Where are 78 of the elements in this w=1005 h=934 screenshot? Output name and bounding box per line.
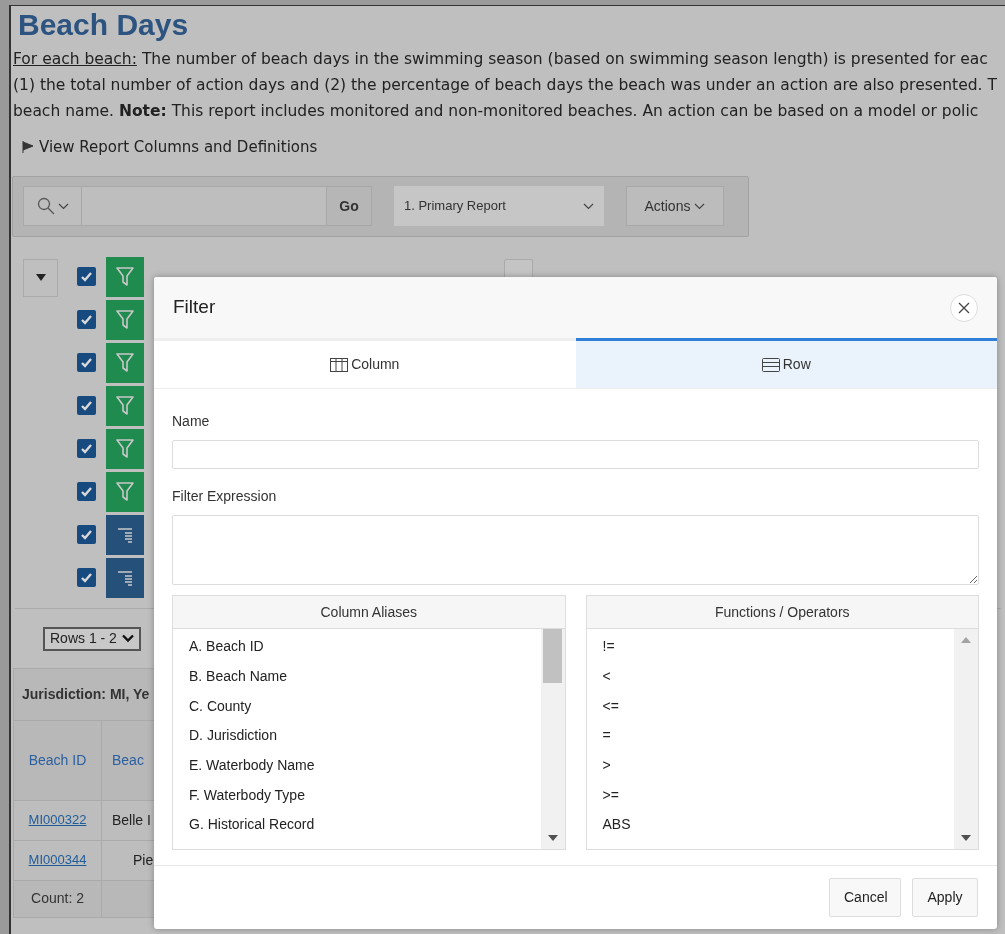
- description-lead: For each beach:: [13, 49, 137, 70]
- columns-icon: [330, 357, 349, 372]
- list-item[interactable]: >: [586, 750, 954, 781]
- lines-icon[interactable]: [106, 514, 144, 555]
- checkbox[interactable]: [77, 353, 96, 372]
- checkmark-icon: [80, 571, 93, 584]
- checkbox[interactable]: [77, 310, 96, 329]
- list-item[interactable]: <=: [586, 691, 954, 722]
- filter-icon[interactable]: [106, 471, 144, 512]
- beach-id-link[interactable]: MI000322: [28, 810, 87, 830]
- list-header: Column Aliases: [173, 596, 565, 629]
- list-item[interactable]: !=: [586, 632, 954, 662]
- list-item[interactable]: F. Waterbody Type: [173, 780, 541, 811]
- list-item[interactable]: ABS: [586, 810, 954, 840]
- list-item[interactable]: =: [586, 721, 954, 751]
- definitions-link[interactable]: View Report Columns and Definitions: [39, 136, 318, 159]
- checkmark-icon: [80, 313, 93, 326]
- name-field[interactable]: [172, 440, 979, 469]
- checkbox[interactable]: [77, 525, 96, 544]
- scrollbar[interactable]: [954, 629, 978, 849]
- chevron-down-icon: [121, 634, 134, 643]
- description-text: The number of beach days in the swimming season (based on swimming season length) is presented for eac: [141, 49, 988, 70]
- triangle-down-icon: [35, 274, 46, 281]
- table-cell-text: Belle I: [111, 810, 151, 830]
- filter-icon[interactable]: [106, 385, 144, 426]
- lines-icon[interactable]: [106, 557, 144, 598]
- page-title: Beach Days: [18, 7, 189, 43]
- chevron-down-icon: [694, 202, 706, 210]
- list-item[interactable]: <: [586, 661, 954, 692]
- checkmark-icon: [80, 528, 93, 541]
- list-item[interactable]: E. Waterbody Name: [173, 750, 541, 781]
- filter-icon[interactable]: [106, 342, 144, 383]
- description-text: (1) the total number of action days and (2) the percentage of beach days the beach was under an action are also presented. T: [13, 75, 997, 96]
- chevron-down-icon: [583, 202, 594, 210]
- list-item[interactable]: A. Beach ID: [173, 632, 541, 662]
- list-item[interactable]: G. Historical Record: [173, 810, 541, 840]
- close-icon: [958, 301, 970, 314]
- report-select[interactable]: 1. Primary Report: [394, 186, 604, 226]
- description-text: beach name. Note: This report includes monitored and non-monitored beaches. An action can be based on a model or polic: [13, 101, 979, 122]
- scrollbar[interactable]: [540, 629, 565, 849]
- collapse-button[interactable]: [23, 258, 58, 297]
- list-item[interactable]: B. Beach Name: [173, 661, 541, 692]
- checkmark-icon: [80, 442, 93, 455]
- checkbox[interactable]: [77, 568, 96, 587]
- count-label: Count: 2: [14, 880, 102, 917]
- dialog-title: Filter: [173, 295, 216, 320]
- checkmark-icon: [80, 356, 93, 369]
- beach-id-link[interactable]: MI000344: [28, 850, 87, 870]
- checkbox[interactable]: [77, 396, 96, 415]
- tab[interactable]: Column: [154, 338, 576, 388]
- play-icon[interactable]: [21, 140, 35, 155]
- rows-icon: [761, 357, 780, 372]
- checkbox[interactable]: [77, 439, 96, 458]
- filter-icon[interactable]: [106, 428, 144, 469]
- rows-select[interactable]: Rows 1 - 2: [43, 626, 141, 651]
- tab[interactable]: Row: [575, 338, 997, 388]
- list-header: Functions / Operators: [586, 596, 978, 629]
- list-item[interactable]: D. Jurisdiction: [173, 721, 541, 751]
- list-item[interactable]: C. County: [173, 691, 541, 722]
- checkmark-icon: [80, 399, 93, 412]
- filter-icon[interactable]: [106, 256, 144, 297]
- table-cell-text: Pie: [132, 850, 154, 870]
- scroll-down-icon[interactable]: [961, 835, 971, 841]
- field-label: Filter Expression: [172, 487, 277, 506]
- checkmark-icon: [80, 485, 93, 498]
- filter-icon[interactable]: [106, 299, 144, 340]
- checkmark-icon: [80, 270, 93, 283]
- cancel-button[interactable]: Cancel: [829, 878, 901, 917]
- scrollbar-thumb[interactable]: [543, 629, 562, 683]
- scroll-down-icon[interactable]: [547, 835, 558, 841]
- actions-button[interactable]: Actions: [626, 186, 724, 226]
- checkbox[interactable]: [77, 482, 96, 501]
- apply-button[interactable]: Apply: [912, 878, 978, 917]
- list-item[interactable]: >=: [586, 780, 954, 811]
- close-button[interactable]: [950, 293, 978, 322]
- field-label: Name: [172, 412, 210, 431]
- expression-field[interactable]: [172, 515, 979, 585]
- checkbox[interactable]: [77, 267, 96, 286]
